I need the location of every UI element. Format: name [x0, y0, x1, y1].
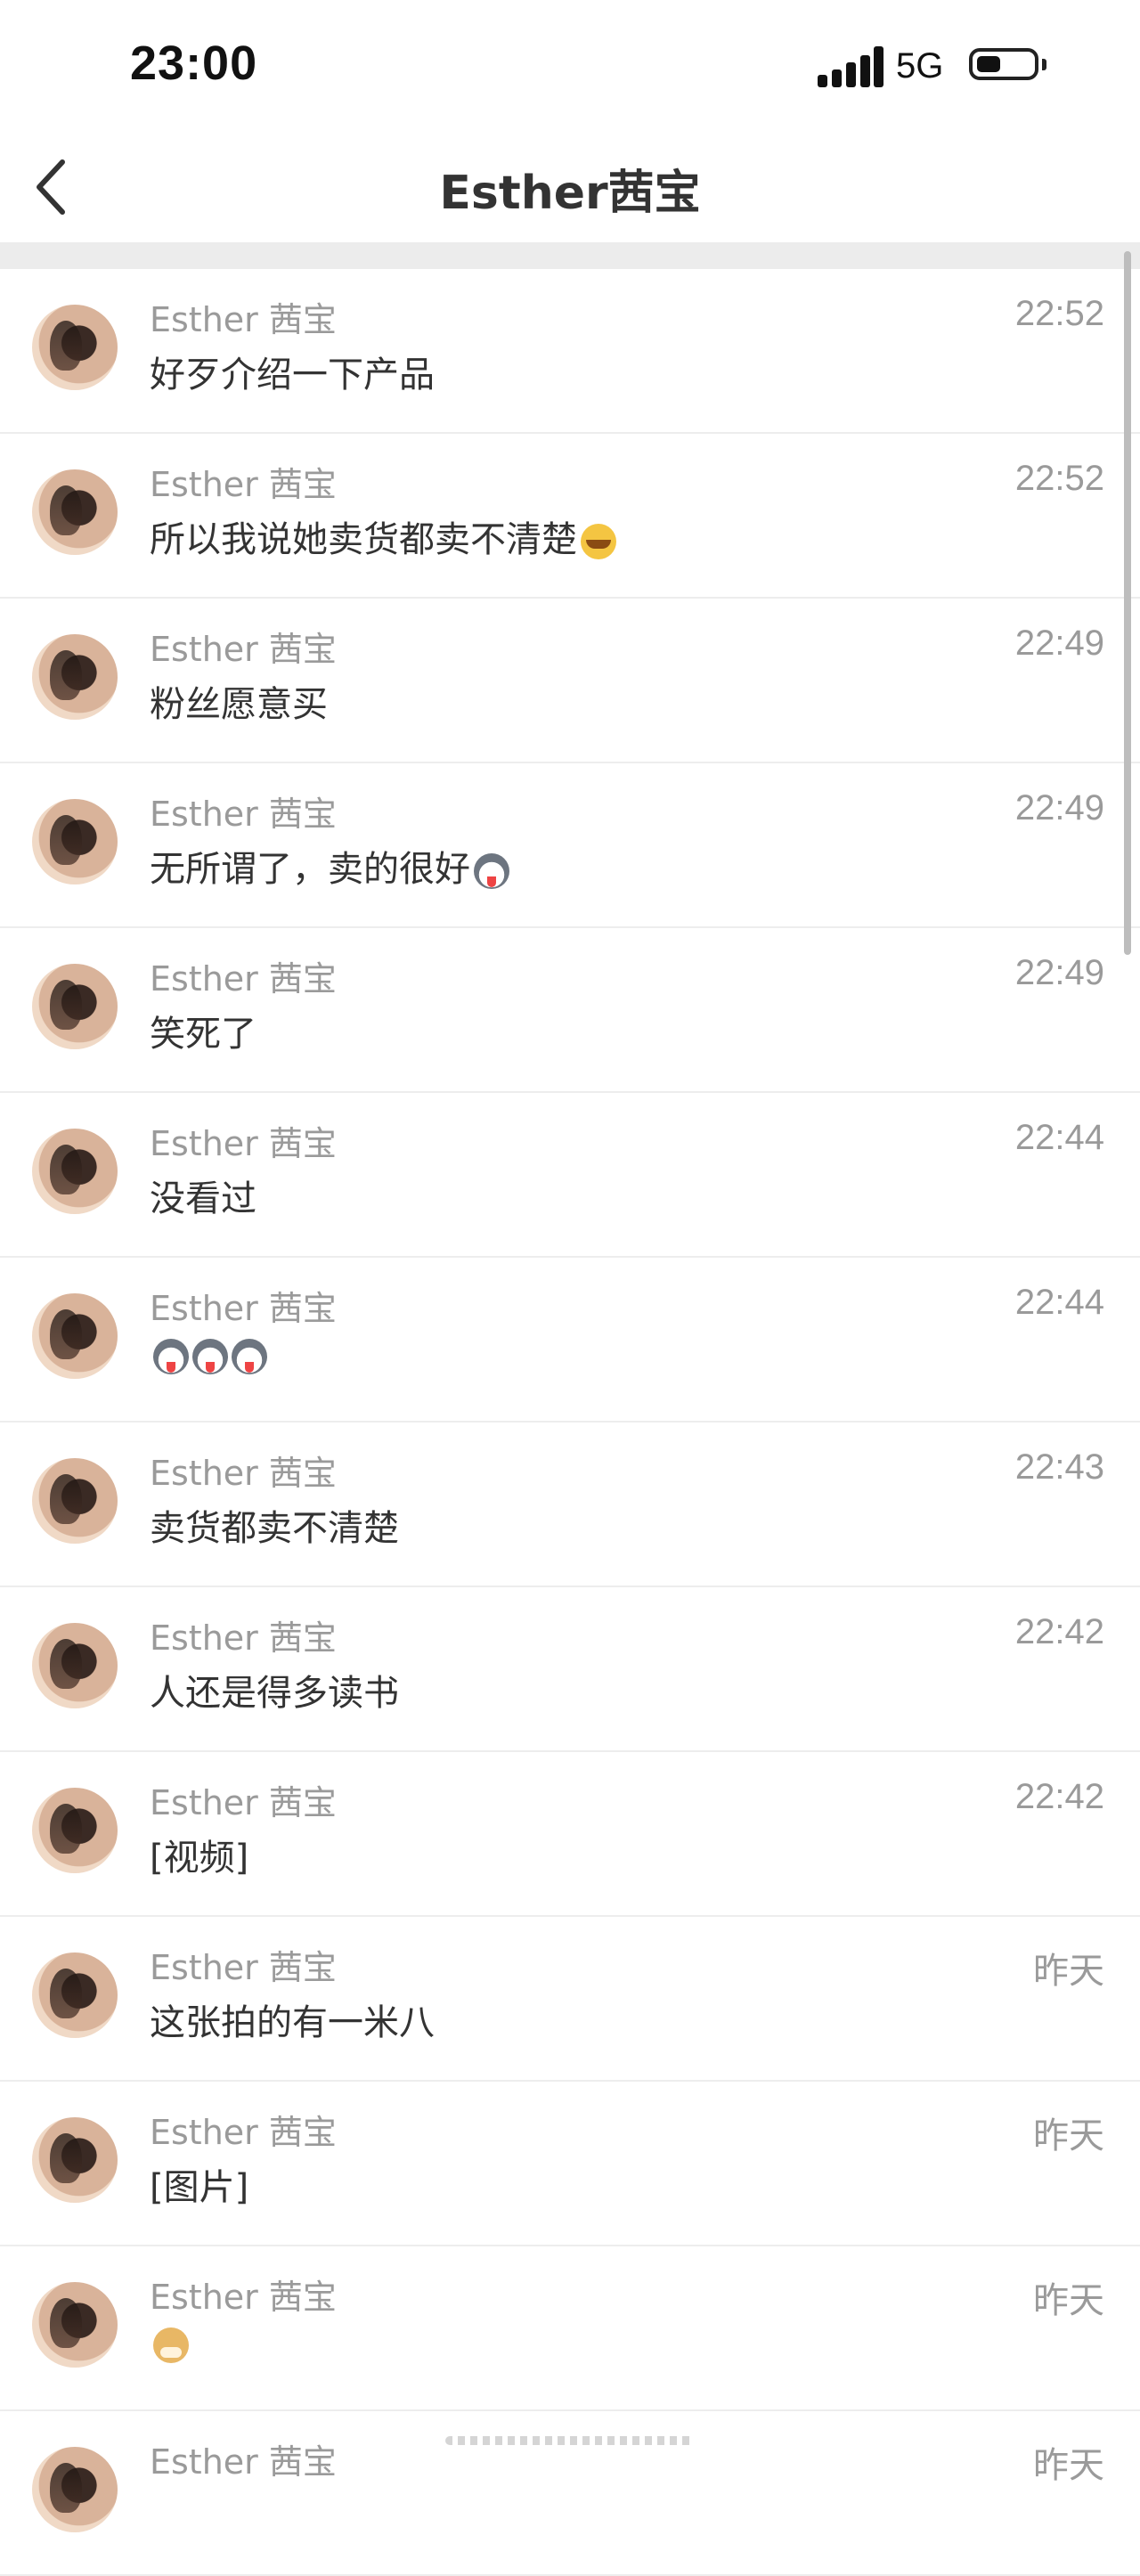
sender-name: Esther 茜宝	[150, 1289, 337, 1328]
status-time: 23:00	[130, 37, 258, 90]
face-doge-icon	[153, 2327, 189, 2363]
avatar	[32, 305, 118, 390]
message-time: 昨天	[1033, 2446, 1104, 2485]
list-item[interactable]: Esther 茜宝 昨天	[0, 2246, 1140, 2411]
message-text: 人还是得多读书	[150, 1673, 399, 1714]
message-time: 22:43	[1014, 1447, 1104, 1487]
message-preview: 无所谓了，卖的很好	[150, 840, 509, 892]
sender-name: Esther 茜宝	[150, 630, 337, 669]
message-text: 好歹介绍一下产品	[150, 355, 435, 395]
face-husky-icon	[153, 1339, 189, 1374]
sender-name: Esther 茜宝	[150, 465, 337, 504]
list-item[interactable]: Esther 茜宝 昨天这张拍的有一米八	[0, 1917, 1140, 2082]
message-preview	[150, 1334, 267, 1375]
message-text: [视频]	[150, 1838, 249, 1879]
home-indicator	[445, 2436, 695, 2445]
sender-name: Esther 茜宝	[150, 959, 337, 999]
message-text: 无所谓了，卖的很好	[150, 849, 470, 890]
avatar	[32, 1458, 118, 1544]
battery-tip	[1042, 59, 1046, 70]
message-time: 昨天	[1033, 1952, 1104, 1991]
avatar	[32, 799, 118, 884]
list-item[interactable]: Esther 茜宝 22:44	[0, 1258, 1140, 1423]
message-time: 22:49	[1014, 788, 1104, 827]
message-text: 这张拍的有一米八	[150, 2002, 435, 2043]
message-list: Esther 茜宝 22:52 好歹介绍一下产品 Esther 茜宝 22:52 所以我说…	[0, 269, 1140, 2576]
scrollbar[interactable]	[1124, 251, 1131, 955]
message-time: 22:42	[1014, 1612, 1104, 1651]
sender-name: Esther 茜宝	[150, 2278, 337, 2317]
message-time: 22:49	[1014, 624, 1104, 663]
message-text: [图片]	[150, 2167, 249, 2208]
face-husky-icon	[192, 1339, 228, 1374]
list-item[interactable]: Esther 茜宝 22:49 笑死了	[0, 928, 1140, 1093]
list-item[interactable]: Esther 茜宝 昨天 [图片]	[0, 2082, 1140, 2246]
message-preview: 所以我说她卖货都卖不清楚	[150, 510, 616, 562]
message-preview: 好歹介绍一下产品	[150, 346, 435, 397]
message-time: 昨天	[1033, 2116, 1104, 2156]
message-preview: 这张拍的有一米八	[150, 1993, 435, 2045]
list-item[interactable]: Esther 茜宝 22:52 好歹介绍一下产品	[0, 269, 1140, 434]
nav-bar: Esther茜宝	[0, 134, 1140, 242]
list-item[interactable]: Esther 茜宝 22:42 [视频]	[0, 1752, 1140, 1917]
message-text: 所以我说她卖货都卖不清楚	[150, 519, 577, 560]
sender-name: Esther 茜宝	[150, 1948, 337, 1987]
avatar	[32, 2282, 118, 2368]
list-item[interactable]: Esther 茜宝 22:44 没看过	[0, 1093, 1140, 1258]
avatar	[32, 469, 118, 555]
avatar	[32, 1129, 118, 1214]
avatar	[32, 634, 118, 720]
message-preview	[150, 2323, 189, 2364]
sender-name: Esther 茜宝	[150, 2113, 337, 2152]
sender-name: Esther 茜宝	[150, 1783, 337, 1822]
sender-name: Esther 茜宝	[150, 1124, 337, 1163]
sender-name: Esther 茜宝	[150, 2442, 337, 2482]
message-time: 22:44	[1014, 1118, 1104, 1157]
network-type: 5G	[896, 46, 944, 86]
avatar	[32, 1952, 118, 2038]
avatar	[32, 1293, 118, 1379]
message-preview: 粉丝愿意买	[150, 675, 328, 727]
signal-icon	[818, 46, 884, 87]
message-time: 22:44	[1014, 1283, 1104, 1322]
message-text: 笑死了	[150, 1014, 256, 1055]
avatar	[32, 2117, 118, 2203]
face-husky-icon	[474, 853, 509, 889]
sender-name: Esther 茜宝	[150, 1454, 337, 1493]
avatar	[32, 1623, 118, 1708]
message-text: 粉丝愿意买	[150, 684, 328, 725]
message-preview: 人还是得多读书	[150, 1664, 399, 1716]
message-time: 22:52	[1014, 294, 1104, 333]
message-preview: [视频]	[150, 1829, 248, 1880]
message-time: 22:52	[1014, 459, 1104, 498]
message-preview: 笑死了	[150, 1005, 256, 1056]
list-item[interactable]: Esther 茜宝 22:43 卖货都卖不清楚	[0, 1423, 1140, 1587]
battery-icon	[969, 48, 1038, 80]
face-husky-icon	[232, 1339, 267, 1374]
message-text: 卖货都卖不清楚	[150, 1508, 399, 1549]
status-bar: 23:00 5G	[0, 0, 1140, 134]
message-time: 昨天	[1033, 2281, 1104, 2320]
avatar	[32, 1788, 118, 1873]
face-tears-icon	[581, 524, 616, 559]
page-title: Esther茜宝	[439, 167, 701, 220]
list-item[interactable]: Esther 茜宝 22:49 粉丝愿意买	[0, 599, 1140, 763]
list-item[interactable]: Esther 茜宝 22:49 无所谓了，卖的很好	[0, 763, 1140, 928]
list-item[interactable]: Esther 茜宝 22:42 人还是得多读书	[0, 1587, 1140, 1752]
avatar	[32, 964, 118, 1049]
sender-name: Esther 茜宝	[150, 1618, 337, 1658]
message-text: 没看过	[150, 1178, 256, 1219]
sender-name: Esther 茜宝	[150, 300, 337, 339]
message-time: 22:42	[1014, 1777, 1104, 1816]
message-preview: [图片]	[150, 2158, 248, 2210]
message-time: 22:49	[1014, 953, 1104, 992]
divider	[0, 242, 1140, 269]
message-preview: 没看过	[150, 1170, 256, 1221]
message-preview: 卖货都卖不清楚	[150, 1499, 399, 1551]
avatar	[32, 2447, 118, 2532]
list-item[interactable]: Esther 茜宝 22:52 所以我说她卖货都卖不清楚	[0, 434, 1140, 599]
sender-name: Esther 茜宝	[150, 795, 337, 834]
